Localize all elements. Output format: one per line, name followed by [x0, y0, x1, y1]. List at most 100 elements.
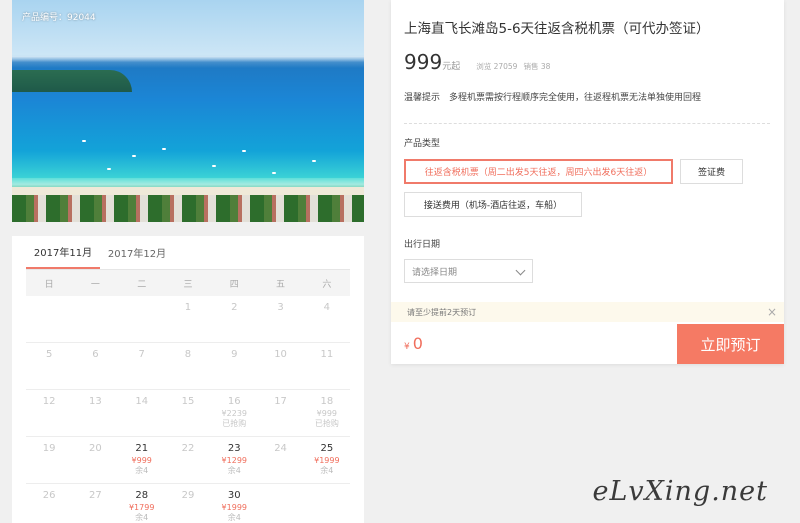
sales-count: 销售 38	[523, 62, 551, 71]
order-total: ¥ 0	[404, 334, 423, 353]
day-number: 28	[135, 490, 149, 501]
day-number: 19	[42, 443, 56, 454]
day-number: 29	[181, 490, 195, 501]
calendar-panel: 2017年11月 2017年12月 日 一 二 三 四 五 六 12345678…	[12, 236, 364, 523]
weekday-label: 五	[276, 279, 286, 290]
calendar-day-cell: 3	[257, 296, 303, 342]
calendar-day-cell[interactable]: 28 ¥1799 余4	[119, 484, 165, 523]
weekday-label: 六	[322, 279, 332, 290]
day-number: 11	[320, 349, 334, 360]
day-number: 24	[274, 443, 287, 454]
calendar-day-cell	[26, 296, 72, 342]
travel-date-label: 出行日期	[404, 240, 441, 250]
calendar-grid: 日 一 二 三 四 五 六 1 2 3 4 5 6 7 8 9 10 11 12 13 14 15 16 ¥22…	[26, 270, 350, 523]
total-amount: 0	[412, 334, 423, 353]
photo-trees	[12, 195, 364, 222]
day-number: 8	[184, 349, 192, 360]
product-type-label: 产品类型	[404, 139, 441, 149]
day-stock: 已抢购	[314, 419, 339, 428]
calendar-week-row: 26 27 28 ¥1799 余4 29 30 ¥1999 余4	[26, 484, 350, 523]
calendar-day-cell: 7	[119, 343, 165, 389]
day-stock: 余4	[135, 466, 149, 475]
calendar-day-cell[interactable]: 21 ¥999 余4	[119, 437, 165, 483]
calendar-week-row: 19 20 21 ¥999 余4 22 23 ¥1299 余4 24 25 ¥1999 余4	[26, 437, 350, 484]
photo-haze	[12, 56, 364, 68]
day-number: 3	[277, 302, 284, 313]
day-number: 14	[135, 396, 149, 407]
day-number: 16	[227, 396, 241, 407]
book-now-button[interactable]: 立即预订	[677, 324, 784, 364]
photo-boat	[312, 160, 316, 162]
chevron-down-icon	[515, 265, 526, 276]
day-number: 20	[89, 443, 102, 454]
day-stock: 余4	[135, 513, 149, 522]
day-number: 7	[138, 349, 145, 360]
calendar-weekday-header: 日 一 二 三 四 五 六	[26, 270, 350, 296]
photo-boat	[107, 168, 111, 170]
day-number: 2	[231, 302, 238, 313]
option-visa-fee[interactable]: 签证费	[680, 159, 743, 184]
day-price: ¥1799	[128, 503, 155, 512]
day-price: ¥1999	[314, 456, 340, 465]
day-number: 4	[323, 302, 331, 313]
day-number: 27	[89, 490, 102, 501]
day-number: 26	[42, 490, 56, 501]
date-select[interactable]: 请选择日期	[404, 259, 533, 283]
day-stock: 余4	[227, 466, 241, 475]
advance-booking-notice: 请至少提前2天预订 ×	[391, 302, 784, 322]
calendar-day-cell: 14	[119, 390, 165, 436]
calendar-day-cell: 22	[165, 437, 211, 483]
price-unit: 元起	[442, 62, 461, 72]
calendar-day-cell: 8	[165, 343, 211, 389]
product-photo: 产品编号：92044	[12, 0, 364, 222]
weekday-label: 日	[44, 279, 54, 290]
photo-boat	[162, 148, 166, 150]
day-number: 21	[135, 443, 149, 454]
calendar-day-cell[interactable]: 23 ¥1299 余4	[211, 437, 257, 483]
calendar-week-row: 1 2 3 4	[26, 296, 350, 343]
calendar-day-cell: 24	[257, 437, 303, 483]
calendar-day-cell: 15	[165, 390, 211, 436]
day-number: 10	[274, 349, 287, 360]
calendar-day-cell: 11	[304, 343, 350, 389]
photo-boat	[242, 150, 246, 152]
calendar-day-cell: 10	[257, 343, 303, 389]
photo-boat	[82, 140, 86, 142]
calendar-week-row: 12 13 14 15 16 ¥2239 已抢购 17 18 ¥999 已抢购	[26, 390, 350, 437]
day-number: 13	[89, 396, 102, 407]
calendar-day-cell: 27	[72, 484, 118, 523]
day-stock: 余4	[227, 513, 241, 522]
calendar-month-tabs: 2017年11月 2017年12月	[26, 236, 350, 270]
calendar-week-row: 5 6 7 8 9 10 11	[26, 343, 350, 390]
calendar-day-cell: 20	[72, 437, 118, 483]
calendar-day-cell: 12	[26, 390, 72, 436]
calendar-day-cell[interactable]: 25 ¥1999 余4	[304, 437, 350, 483]
tab-2017-12[interactable]: 2017年12月	[100, 236, 174, 269]
day-number: 18	[320, 396, 334, 407]
product-title: 上海直飞长滩岛5-6天往返含税机票（可代办签证）	[404, 21, 710, 37]
view-count: 浏览 27059	[476, 62, 518, 71]
calendar-day-cell: 4	[304, 296, 350, 342]
day-number: 12	[42, 396, 56, 407]
calendar-day-cell: 6	[72, 343, 118, 389]
close-icon[interactable]: ×	[767, 305, 777, 319]
calendar-day-cell: 16 ¥2239 已抢购	[211, 390, 257, 436]
weekday-label: 一	[90, 279, 100, 290]
day-number: 17	[274, 396, 287, 407]
day-price: ¥1999	[221, 503, 247, 512]
calendar-day-cell: 18 ¥999 已抢购	[304, 390, 350, 436]
calendar-day-cell: 29	[165, 484, 211, 523]
calendar-day-cell: 2	[211, 296, 257, 342]
option-roundtrip-ticket[interactable]: 往返含税机票（周二出发5天往返，周四六出发6天往返）	[404, 159, 673, 184]
calendar-day-cell[interactable]: 30 ¥1999 余4	[211, 484, 257, 523]
calendar-day-cell	[304, 484, 350, 523]
day-stock: 已抢购	[222, 419, 247, 428]
calendar-day-cell: 5	[26, 343, 72, 389]
option-transfer-fee[interactable]: 接送费用（机场-酒店往返，车船）	[404, 192, 582, 217]
photo-boat	[212, 165, 216, 167]
day-number: 30	[227, 490, 241, 501]
tab-2017-11[interactable]: 2017年11月	[26, 236, 100, 269]
booking-tip: 温馨提示 多程机票需按行程顺序完全使用，往返程机票无法单独使用回程	[404, 93, 702, 103]
day-number: 22	[181, 443, 195, 454]
day-price: ¥2239	[221, 409, 247, 418]
